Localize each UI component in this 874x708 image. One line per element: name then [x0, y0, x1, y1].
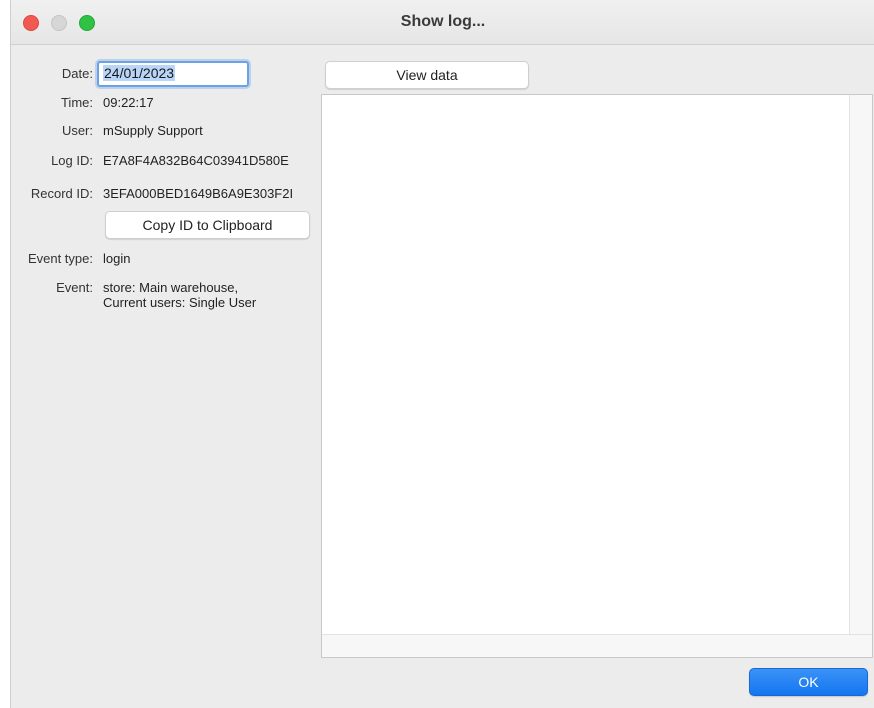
copy-id-button[interactable]: Copy ID to Clipboard	[105, 211, 310, 239]
user-value: mSupply Support	[103, 123, 203, 138]
title-bar: Show log...	[11, 0, 874, 45]
event-type-value: login	[103, 251, 131, 266]
show-log-window: Show log... Date: 24/01/2023 Time: 09:22…	[10, 0, 874, 708]
record-id-label: Record ID:	[30, 186, 93, 201]
view-data-button[interactable]: View data	[325, 61, 529, 89]
event-label: Event:	[56, 280, 93, 295]
log-id-label: Log ID:	[51, 153, 93, 168]
log-id-value: E7A8F4A832B64C03941D580E	[103, 153, 289, 168]
horizontal-scrollbar[interactable]	[322, 634, 872, 657]
time-label: Time:	[60, 95, 93, 110]
window-title: Show log...	[400, 13, 486, 30]
date-label: Date:	[61, 66, 93, 81]
time-value: 09:22:17	[103, 95, 154, 110]
ok-button[interactable]: OK	[749, 668, 868, 696]
data-view-panel	[321, 94, 873, 658]
date-field[interactable]: 24/01/2023	[97, 61, 249, 87]
event-type-label: Event type:	[27, 251, 93, 266]
date-value[interactable]: 24/01/2023	[103, 65, 176, 81]
event-value: store: Main warehouse, Current users: Si…	[103, 280, 257, 310]
user-label: User:	[61, 123, 93, 138]
record-id-value: 3EFA000BED1649B6A9E303F2I	[103, 186, 294, 201]
vertical-scrollbar[interactable]	[849, 95, 872, 635]
